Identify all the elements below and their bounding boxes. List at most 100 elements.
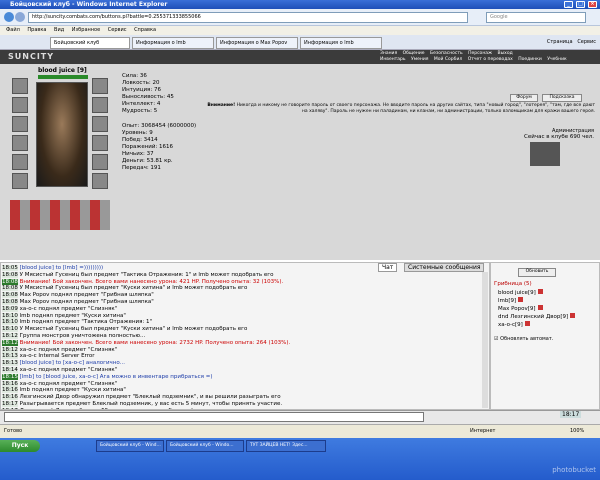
chat-text: Max Popov поднял предмет "Грибная шляпка… [19, 298, 154, 305]
forum-button[interactable]: Форум [510, 94, 538, 102]
chat-timestamp[interactable]: 18:14 [2, 366, 18, 373]
chat-timestamp[interactable]: 18:10 [2, 319, 18, 326]
shield-slot[interactable] [92, 116, 108, 132]
menu-view[interactable]: Вид [54, 27, 64, 33]
chat-timestamp[interactable]: 18:17 [2, 407, 18, 409]
game-logo: SUNCITY [8, 52, 55, 61]
chat-timestamp[interactable]: 18:08 [2, 292, 18, 299]
warning-title: Внимание! [207, 103, 236, 108]
chat-timestamp[interactable]: 18:15 [2, 373, 18, 380]
task-item[interactable]: Бойцовский клуб - Windo... [166, 440, 244, 452]
belt-slot[interactable] [12, 154, 28, 170]
stat-transfers: Передач: 191 [122, 165, 161, 171]
nav-tutorial[interactable]: Учебник [547, 57, 567, 63]
chat-timestamp[interactable]: 18:16 [2, 394, 18, 401]
gloves-slot[interactable] [12, 173, 28, 189]
weapon-slot[interactable] [12, 116, 28, 132]
task-item[interactable]: Бойцовский клуб - Wind... [96, 440, 164, 452]
stat-draws: Ничьих: 37 [122, 151, 154, 157]
close-button[interactable]: × [588, 1, 597, 8]
player-item[interactable]: ха-о-с[9] [498, 321, 530, 329]
nav-fights[interactable]: Поединки [518, 57, 542, 63]
chat-timestamp[interactable]: 18:05 [2, 265, 18, 271]
chat-text: Внимание! Бой закончен. Всего вами нанес… [19, 278, 284, 285]
bracer-slot[interactable] [92, 97, 108, 113]
menu-help[interactable]: Справка [134, 27, 156, 33]
earring-slot[interactable] [92, 78, 108, 94]
menu-tools[interactable]: Сервис [108, 27, 127, 33]
chat-text: Max Popov поднял предмет "Грибная шляпка… [19, 292, 154, 299]
tab-info-max-popov[interactable]: Информация о Max Popov [216, 37, 298, 49]
player-item[interactable]: blood juice[9] [498, 289, 543, 297]
boots-slot[interactable] [92, 173, 108, 189]
chat-timestamp[interactable]: 18:12 [2, 346, 18, 353]
character-avatar [36, 82, 88, 187]
tab-info-lmb[interactable]: Информация о lmb [132, 37, 214, 49]
chat-scrollbar[interactable] [482, 272, 488, 408]
hp-bar [38, 75, 88, 79]
minimize-button[interactable]: _ [564, 1, 573, 8]
chat-line: 18:08 Max Popov поднял предмет "Грибная … [2, 292, 480, 299]
nav-sorbil[interactable]: Мой Сорбил [434, 57, 462, 63]
chat-timestamp[interactable]: 18:10 [2, 312, 18, 319]
chat-text: lmb поднял предмет "Тактика Отражения: 1… [19, 319, 153, 326]
chat-text: [lmb] to [blood juice, ха-о-с] Ага можно… [19, 373, 213, 380]
chat-text: Лезгинский Двор обнаружил предмет "Блекл… [19, 394, 281, 401]
chat-timestamp[interactable]: 18:10 [2, 326, 18, 333]
refresh-button[interactable]: Обновить [518, 268, 556, 277]
menu-file[interactable]: Файл [6, 27, 20, 33]
chat-text: ха-о-с поднял предмет "Слизняк" [19, 346, 118, 353]
chat-timestamp[interactable]: 18:08 [2, 271, 18, 278]
page-menu[interactable]: Страница [547, 39, 573, 45]
player-item[interactable]: Max Popov[9] [498, 305, 543, 313]
menu-favorites[interactable]: Избранное [72, 27, 100, 33]
task-item[interactable]: ТУТ ЗАЙЦЕВ НЕТ! Здес... [246, 440, 326, 452]
search-input[interactable]: Google [486, 12, 586, 23]
chat-line: 18:10 У Мясистый Гусениц был предмет "Ку… [2, 326, 480, 333]
chat-line: 18:16 ха-о-с поднял предмет "Слизняк" [2, 380, 480, 388]
zoom-text[interactable]: 100% [570, 425, 584, 437]
chat-text: ха-о-с поднял предмет "Слизняк" [19, 305, 118, 312]
chat-text: ха-о-с Internal Server Error [19, 353, 95, 360]
forward-icon[interactable] [15, 12, 25, 22]
chat-timestamp[interactable]: 18:12 [2, 339, 18, 346]
belt-items[interactable] [10, 200, 110, 230]
chat-timestamp[interactable]: 18:08 [2, 285, 18, 292]
chat-timestamp[interactable]: 18:12 [2, 332, 18, 339]
chat-line: 18:15 [lmb] to [blood juice, ха-о-с] Ага… [2, 373, 480, 381]
tab-fight-club[interactable]: Бойцовский клуб [50, 37, 130, 49]
player-item[interactable]: dnd Лезгинский Двор[9] [498, 313, 576, 321]
character-stats: Сила: 36 Ловкость: 20 Интуиция: 76 Вынос… [122, 73, 196, 172]
amulet-slot[interactable] [12, 97, 28, 113]
chat-input[interactable] [4, 412, 424, 422]
maximize-button[interactable]: □ [576, 1, 585, 8]
chat-timestamp[interactable]: 18:16 [2, 380, 18, 387]
chat-text: У Мясистый Гусениц был предмет "Куски хи… [19, 285, 248, 292]
legs-slot[interactable] [92, 154, 108, 170]
chat-timestamp[interactable]: 18:08 [2, 298, 18, 305]
status-bar: Готово Интернет 100% [0, 424, 600, 438]
start-button[interactable]: Пуск [0, 440, 40, 452]
auto-refresh-checkbox[interactable]: ☑ Обновлять автомат. [494, 336, 553, 342]
nav-skills[interactable]: Умения [411, 57, 428, 63]
menu-edit[interactable]: Правка [27, 27, 46, 33]
helmet-slot[interactable] [12, 78, 28, 94]
chat-timestamp[interactable]: 18:08 [2, 278, 18, 285]
tab-info-lmb-2[interactable]: Информация о lmb [300, 37, 382, 49]
chat-timestamp[interactable]: 18:17 [2, 400, 18, 407]
ring-slot[interactable] [92, 135, 108, 151]
armor-slot[interactable] [12, 135, 28, 151]
url-input[interactable]: http://suncity.combats.com/buttons.pl?ba… [28, 12, 468, 23]
chat-text: Внимание! Бой закончен. Всего вами нанес… [19, 339, 291, 346]
chat-timestamp[interactable]: 18:13 [2, 360, 18, 367]
chat-line: 18:10 lmb поднял предмет "Куски хитина" [2, 312, 480, 320]
nav-inventory[interactable]: Инвентарь [380, 57, 406, 63]
chat-timestamp[interactable]: 18:09 [2, 305, 18, 312]
tools-menu[interactable]: Сервис [577, 39, 596, 45]
chat-timestamp[interactable]: 18:16 [2, 387, 18, 394]
hint-button[interactable]: Подсказка [542, 94, 582, 102]
player-item[interactable]: lmb[9] [498, 297, 524, 305]
back-icon[interactable] [4, 12, 14, 22]
nav-transfers[interactable]: Отчет о переводах [468, 57, 513, 63]
chat-timestamp[interactable]: 18:13 [2, 353, 18, 360]
